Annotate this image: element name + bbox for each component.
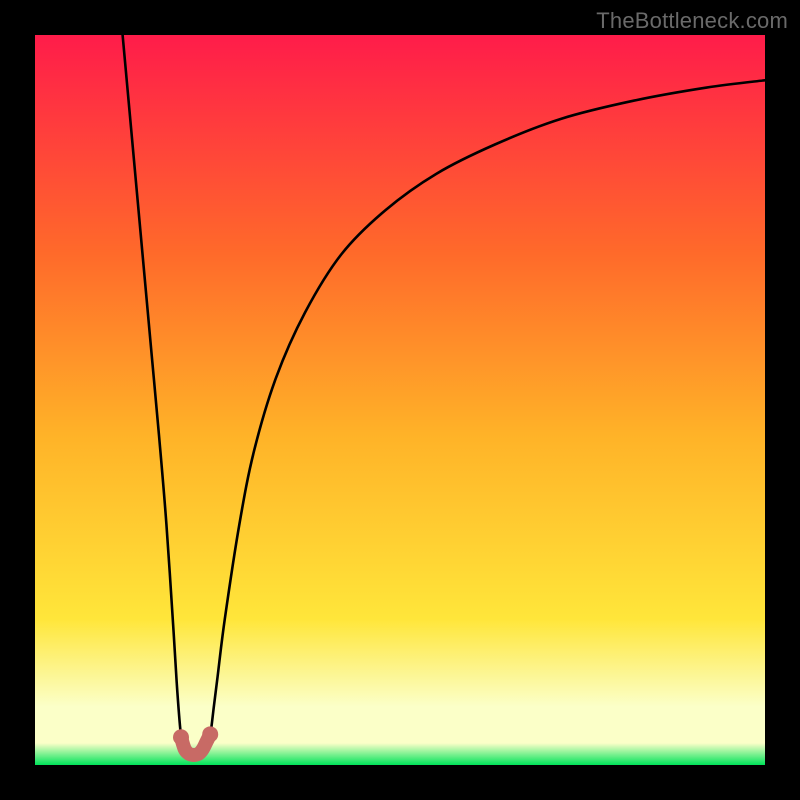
chart-svg [35,35,765,765]
trough-dot-left [173,729,189,745]
gradient-background [35,35,765,765]
trough-dot-right [202,726,218,742]
watermark-text: TheBottleneck.com [596,8,788,34]
chart-frame: TheBottleneck.com [0,0,800,800]
plot-area [35,35,765,765]
